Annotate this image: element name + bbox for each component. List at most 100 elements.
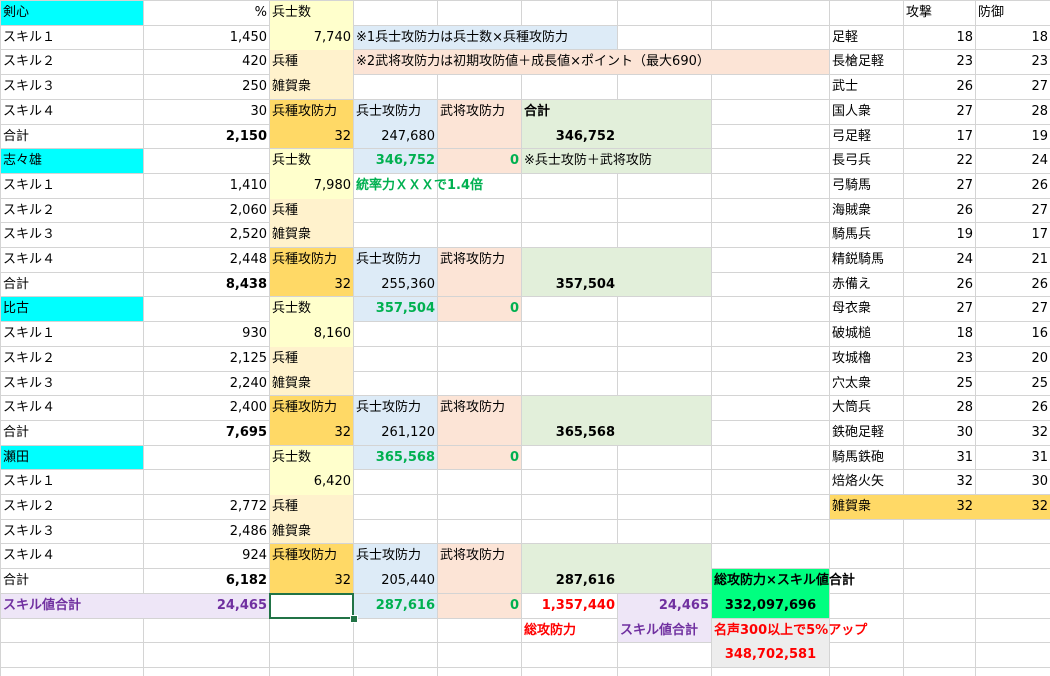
unit-atk[interactable]: 30 <box>904 421 975 445</box>
unit-def[interactable]: 32 <box>976 495 1050 519</box>
unit-atk[interactable]: 24 <box>904 248 975 272</box>
sum-value[interactable]: 346,752 <box>522 125 617 148</box>
unit-name[interactable]: 国人衆 <box>830 100 903 124</box>
skill-value[interactable]: 924 <box>144 544 269 568</box>
type-value[interactable]: 雑賀衆 <box>270 223 353 247</box>
unit-name[interactable]: 雑賀衆 <box>830 495 903 519</box>
type-label[interactable]: 兵種 <box>270 495 353 519</box>
unit-name[interactable]: 長槍足軽 <box>830 50 903 74</box>
unit-atk[interactable]: 23 <box>904 50 975 74</box>
skill-value[interactable]: 250 <box>144 75 269 99</box>
type-atk-label[interactable]: 兵種攻防力 <box>270 100 353 124</box>
unit-atk[interactable]: 26 <box>904 75 975 99</box>
unit-name[interactable]: 攻城櫓 <box>830 347 903 371</box>
spreadsheet-grid[interactable]: % 兵士数 剣心 スキル１ 1,450 スキル２ 420 スキル３ 250 スキル４ 30 合計 2,1… <box>0 0 1050 676</box>
skill-value[interactable]: 2,060 <box>144 199 269 222</box>
type-atk-value[interactable]: 32 <box>270 273 353 296</box>
skill-value[interactable]: 1,450 <box>144 26 269 49</box>
soldier-atk-value[interactable]: 247,680 <box>354 125 437 148</box>
unit-name[interactable]: 弓足軽 <box>830 125 903 148</box>
prev-total[interactable]: 357,504 <box>354 297 437 321</box>
soldier-atk-label[interactable]: 兵士攻防力 <box>354 100 437 124</box>
units-header-def[interactable]: 防御 <box>976 1 1050 25</box>
fame-value[interactable]: 348,702,581 <box>712 643 829 667</box>
unit-atk[interactable]: 28 <box>904 396 975 420</box>
skill-value[interactable] <box>144 470 269 494</box>
type-atk-label[interactable]: 兵種攻防力 <box>270 248 353 272</box>
unit-def[interactable]: 21 <box>976 248 1050 272</box>
unit-atk[interactable]: 27 <box>904 174 975 198</box>
fill-handle[interactable] <box>350 615 358 623</box>
unit-name[interactable]: 足軽 <box>830 26 903 49</box>
skill-label[interactable]: スキル４ <box>1 544 143 568</box>
unit-name[interactable]: 精鋭騎馬 <box>830 248 903 272</box>
skill-value[interactable]: 2,448 <box>144 248 269 272</box>
general-atk-label[interactable]: 武将攻防力 <box>438 100 521 124</box>
unit-name[interactable]: 破城槌 <box>830 322 903 346</box>
prev-zero[interactable]: 0 <box>438 297 521 321</box>
unit-name[interactable]: 母衣衆 <box>830 297 903 321</box>
skill-value[interactable]: 2,400 <box>144 396 269 420</box>
unit-def[interactable]: 26 <box>976 174 1050 198</box>
skill-value[interactable]: 2,772 <box>144 495 269 519</box>
unit-def[interactable]: 26 <box>976 273 1050 296</box>
note-3[interactable]: ※兵士攻防＋武将攻防 <box>522 149 711 173</box>
unit-atk[interactable]: 25 <box>904 372 975 395</box>
skill-total-label-2[interactable]: スキル値合計 <box>618 619 711 642</box>
soldier-atk-value[interactable]: 255,360 <box>354 273 437 296</box>
soldiers-value[interactable]: 8,160 <box>270 322 353 346</box>
soldiers-value[interactable]: 7,740 <box>270 26 353 49</box>
unit-name[interactable]: 長弓兵 <box>830 149 903 173</box>
type-value[interactable]: 雑賀衆 <box>270 372 353 395</box>
skill-label[interactable]: スキル４ <box>1 248 143 272</box>
unit-atk[interactable]: 27 <box>904 100 975 124</box>
skill-label[interactable]: スキル２ <box>1 199 143 222</box>
sum-label[interactable]: 合計 <box>522 100 617 124</box>
type-atk-value[interactable]: 32 <box>270 569 353 593</box>
unit-name[interactable]: 騎馬鉄砲 <box>830 446 903 469</box>
prev-zero[interactable]: 0 <box>438 446 521 469</box>
soldier-atk-label[interactable]: 兵士攻防力 <box>354 544 437 568</box>
total-label[interactable]: 合計 <box>1 421 143 445</box>
units-header-atk[interactable]: 攻撃 <box>904 1 975 25</box>
skill-label[interactable]: スキル３ <box>1 75 143 99</box>
sum-value[interactable]: 365,568 <box>522 421 617 445</box>
unit-atk[interactable]: 32 <box>904 495 975 519</box>
soldier-atk-label[interactable]: 兵士攻防力 <box>354 396 437 420</box>
unit-atk[interactable]: 26 <box>904 273 975 296</box>
skill-label[interactable]: スキル２ <box>1 347 143 371</box>
unit-def[interactable]: 20 <box>976 347 1050 371</box>
soldier-atk-value[interactable]: 205,440 <box>354 569 437 593</box>
type-label[interactable]: 兵種 <box>270 50 353 74</box>
total-value[interactable]: 6,182 <box>144 569 269 593</box>
unit-def[interactable]: 24 <box>976 149 1050 173</box>
group-name[interactable]: 比古 <box>1 297 143 321</box>
type-value[interactable]: 雑賀衆 <box>270 520 353 543</box>
total-value[interactable]: 2,150 <box>144 125 269 148</box>
unit-atk[interactable]: 31 <box>904 446 975 469</box>
unit-name[interactable]: 騎馬兵 <box>830 223 903 247</box>
note-1[interactable]: ※1兵士攻防力は兵士数×兵種攻防力 <box>354 26 617 49</box>
unit-atk[interactable]: 23 <box>904 347 975 371</box>
prev-zero[interactable]: 0 <box>438 149 521 173</box>
skill-label[interactable]: スキル１ <box>1 470 143 494</box>
selected-cell[interactable] <box>269 593 354 619</box>
unit-name[interactable]: 焙烙火矢 <box>830 470 903 494</box>
skill-label[interactable]: スキル１ <box>1 174 143 198</box>
type-label[interactable]: 兵種 <box>270 199 353 222</box>
total-label[interactable]: 合計 <box>1 569 143 593</box>
grand-total-label[interactable]: 総攻防力 <box>522 619 617 642</box>
unit-def[interactable]: 18 <box>976 26 1050 49</box>
grand-total[interactable]: 1,357,440 <box>522 594 617 618</box>
note-2[interactable]: ※2武将攻防力は初期攻防値＋成長値×ポイント（最大690） <box>354 50 829 74</box>
unit-def[interactable]: 17 <box>976 223 1050 247</box>
type-atk-value[interactable]: 32 <box>270 421 353 445</box>
group-name[interactable]: 瀬田 <box>1 446 143 469</box>
last-zero[interactable]: 0 <box>438 594 521 618</box>
soldiers-value[interactable]: 7,980 <box>270 174 353 198</box>
sum-value[interactable]: 357,504 <box>522 273 617 296</box>
unit-def[interactable]: 16 <box>976 322 1050 346</box>
unit-def[interactable]: 26 <box>976 396 1050 420</box>
unit-atk[interactable]: 17 <box>904 125 975 148</box>
unit-def[interactable]: 19 <box>976 125 1050 148</box>
